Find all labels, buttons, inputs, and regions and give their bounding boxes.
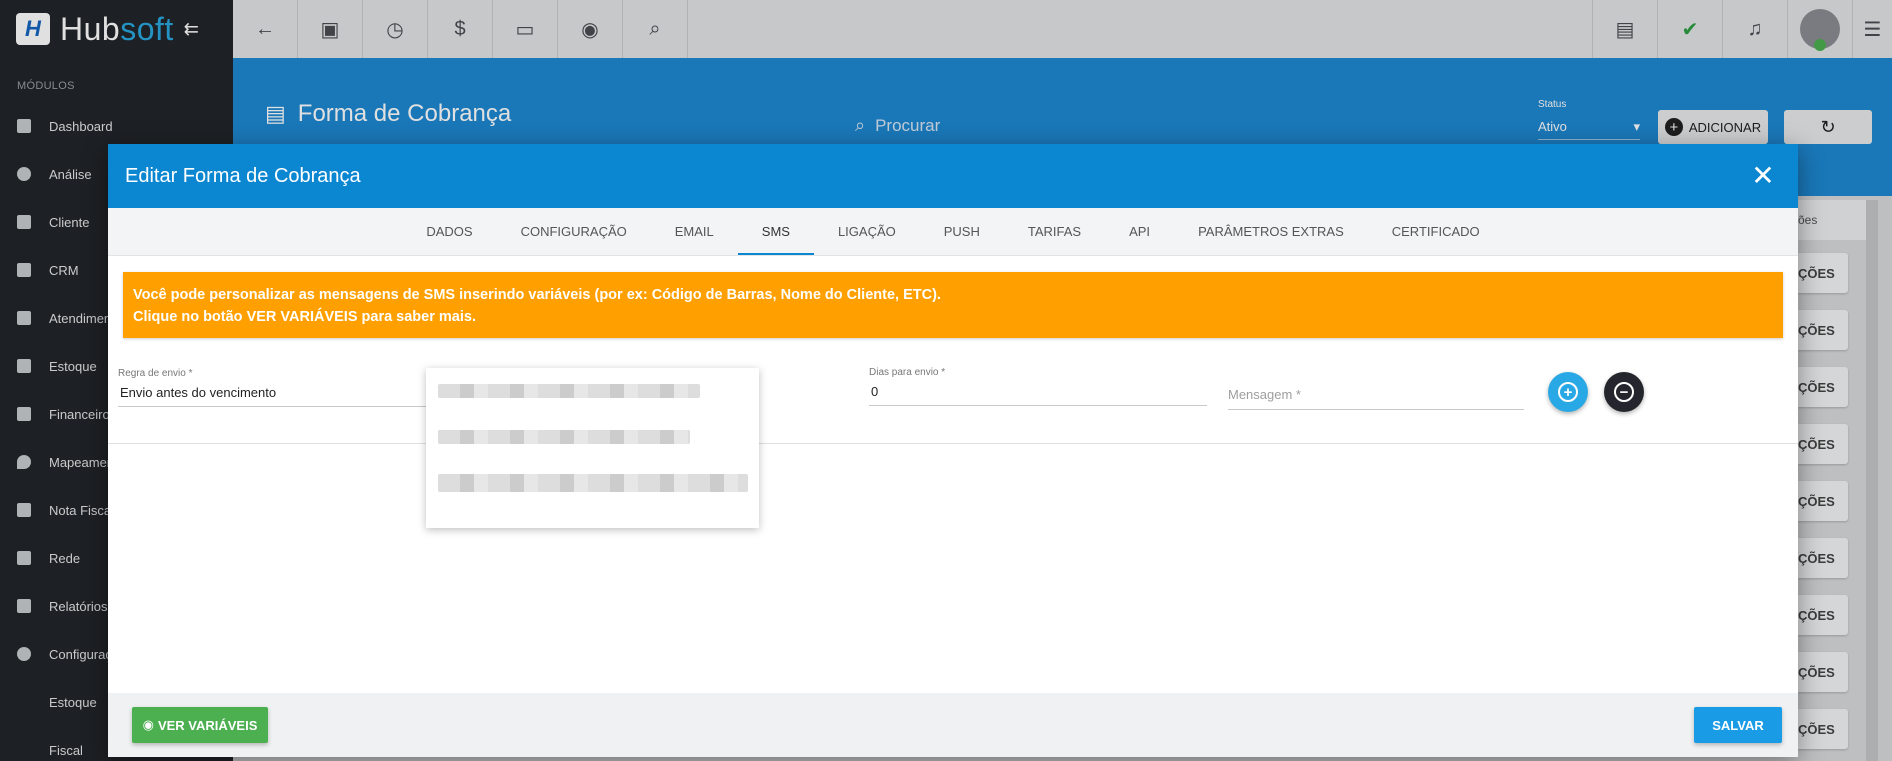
message-placeholder: Mensagem * bbox=[1228, 381, 1524, 410]
plus-icon: + bbox=[1558, 382, 1578, 402]
dropdown-option[interactable] bbox=[426, 460, 759, 506]
eye-icon: ◉ bbox=[142, 717, 154, 732]
send-rule-value: Envio antes do vencimento bbox=[120, 385, 277, 400]
edit-billing-modal: Editar Forma de Cobrança ✕ DADOS CONFIGU… bbox=[108, 144, 1798, 757]
tab-parametros-extras[interactable]: PARÂMETROS EXTRAS bbox=[1174, 208, 1368, 255]
redacted-text bbox=[438, 474, 748, 492]
sms-variables-alert: Você pode personalizar as mensagens de S… bbox=[123, 272, 1783, 338]
tab-push[interactable]: PUSH bbox=[920, 208, 1004, 255]
modal-tabs: DADOS CONFIGURAÇÃO EMAIL SMS LIGAÇÃO PUS… bbox=[108, 208, 1798, 256]
modal-header: Editar Forma de Cobrança ✕ bbox=[108, 144, 1798, 208]
tab-api[interactable]: API bbox=[1105, 208, 1174, 255]
remove-rule-button[interactable]: − bbox=[1604, 372, 1644, 412]
redacted-text bbox=[438, 384, 700, 398]
tab-configuracao[interactable]: CONFIGURAÇÃO bbox=[497, 208, 651, 255]
tab-dados[interactable]: DADOS bbox=[402, 208, 496, 255]
dropdown-option[interactable] bbox=[426, 368, 759, 414]
dropdown-option[interactable] bbox=[426, 414, 759, 460]
minus-icon: − bbox=[1614, 382, 1634, 402]
alert-line-1: Você pode personalizar as mensagens de S… bbox=[133, 287, 941, 303]
modal-title: Editar Forma de Cobrança bbox=[125, 164, 361, 187]
days-to-send-value: 0 bbox=[871, 384, 879, 399]
close-icon[interactable]: ✕ bbox=[1745, 162, 1781, 190]
days-to-send-label: Dias para envio * bbox=[869, 367, 946, 378]
sms-rule-row: Regra de envio * Envio antes do vencimen… bbox=[108, 338, 1798, 444]
redacted-text bbox=[438, 430, 690, 444]
modal-footer: ◉ VER VARIÁVEIS SALVAR bbox=[108, 693, 1798, 757]
tab-ligacao[interactable]: LIGAÇÃO bbox=[814, 208, 920, 255]
send-rule-dropdown bbox=[426, 368, 759, 528]
add-rule-button[interactable]: + bbox=[1548, 372, 1588, 412]
tab-sms[interactable]: SMS bbox=[737, 208, 815, 255]
message-field[interactable]: Mensagem * bbox=[1228, 381, 1524, 410]
save-button[interactable]: SALVAR bbox=[1694, 707, 1782, 743]
tab-email[interactable]: EMAIL bbox=[651, 208, 738, 255]
tab-tarifas[interactable]: TARIFAS bbox=[1004, 208, 1105, 255]
days-to-send-field[interactable]: Dias para envio * 0 bbox=[869, 367, 1207, 406]
tab-certificado[interactable]: CERTIFICADO bbox=[1368, 208, 1504, 255]
alert-line-2: Clique no botão VER VARIÁVEIS para saber… bbox=[133, 309, 476, 325]
view-variables-button[interactable]: ◉ VER VARIÁVEIS bbox=[132, 707, 268, 743]
